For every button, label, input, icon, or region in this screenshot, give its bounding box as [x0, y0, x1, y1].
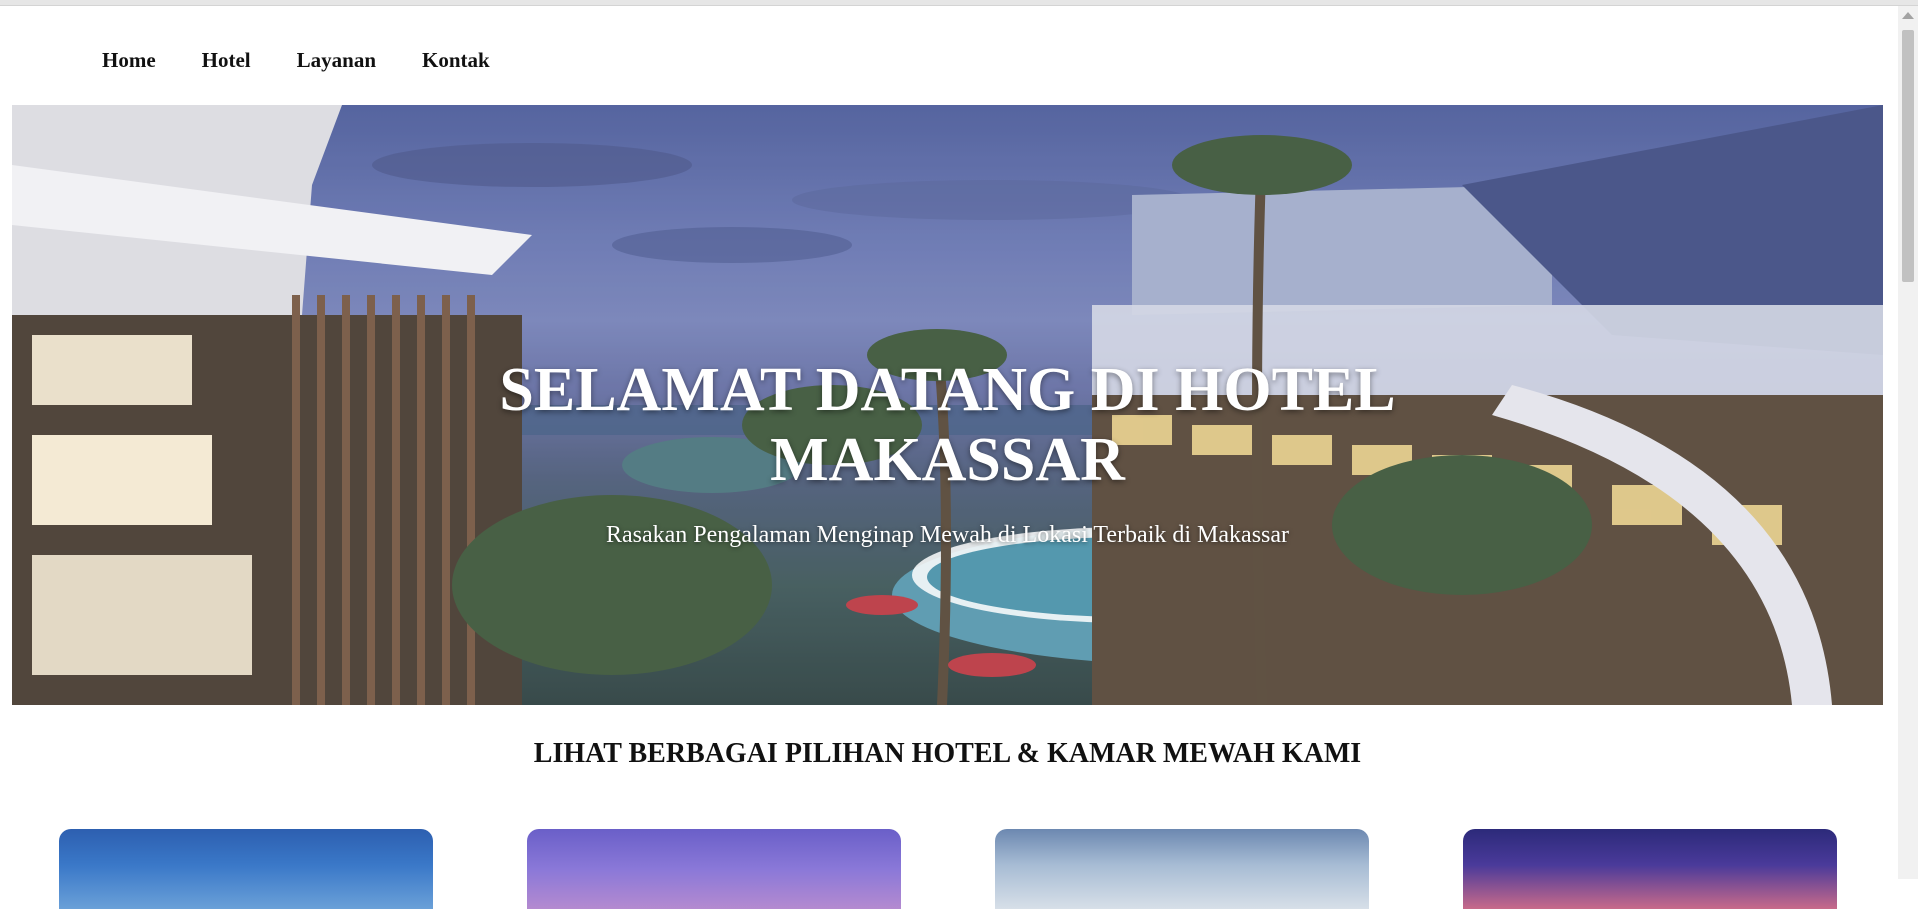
vertical-scrollbar[interactable]	[1898, 6, 1918, 879]
hotel-card-list	[59, 829, 1837, 909]
nav-kontak-link[interactable]: Kontak	[422, 48, 490, 73]
hero-subtitle: Rasakan Pengalaman Menginap Mewah di Lok…	[605, 522, 1290, 548]
nav-hotel-link[interactable]: Hotel	[202, 48, 251, 73]
hero-banner: SELAMAT DATANG DI HOTEL MAKASSAR Rasakan…	[12, 105, 1883, 705]
hotel-card-image-4[interactable]	[1463, 829, 1837, 909]
nav-layanan-link[interactable]: Layanan	[297, 48, 376, 73]
browser-top-edge	[0, 0, 1918, 6]
hotel-card-image-2[interactable]	[527, 829, 901, 909]
main-navigation: Home Hotel Layanan Kontak	[102, 48, 490, 73]
hotel-card-image-1[interactable]	[59, 829, 433, 909]
hotel-card-image-3[interactable]	[995, 829, 1369, 909]
hero-title-line-2: MAKASSAR	[770, 426, 1125, 494]
scrollbar-thumb[interactable]	[1902, 30, 1914, 282]
hero-title: SELAMAT DATANG DI HOTEL MAKASSAR	[12, 355, 1883, 495]
hero-title-line-1: SELAMAT DATANG DI HOTEL	[499, 356, 1396, 424]
nav-home-link[interactable]: Home	[102, 48, 156, 73]
scroll-up-arrow-icon[interactable]	[1902, 12, 1914, 19]
rooms-section-title: LIHAT BERBAGAI PILIHAN HOTEL & KAMAR MEW…	[533, 738, 1362, 769]
